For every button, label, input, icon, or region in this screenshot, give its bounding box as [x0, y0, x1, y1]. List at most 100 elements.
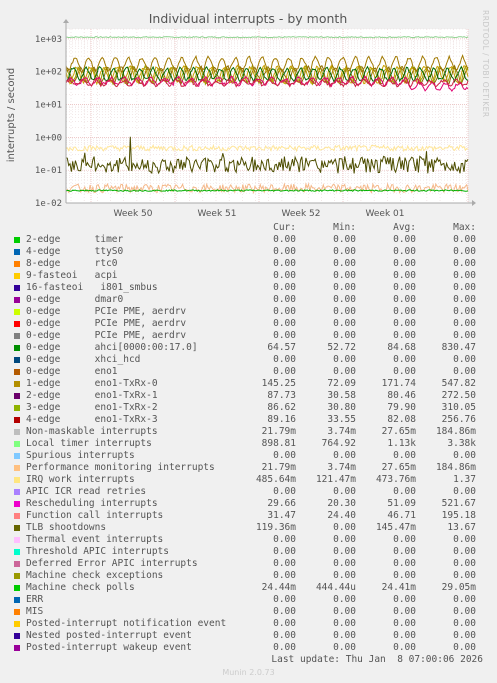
legend-value-avg: 0.00 — [393, 294, 416, 305]
legend-value-cur: 0.00 — [273, 594, 296, 605]
legend-value-avg: 51.09 — [387, 498, 416, 509]
legend-value-cur: 87.73 — [267, 390, 296, 401]
legend-value-cur: 898.81 — [261, 438, 296, 449]
legend-label: Local timer interrupts — [26, 438, 152, 449]
legend-value-avg: 145.47m — [375, 522, 416, 533]
legend-value-min: 444.44u — [315, 582, 356, 593]
legend-swatch — [14, 561, 20, 567]
legend-swatch — [14, 333, 20, 339]
legend-label: Deferred Error APIC interrupts — [26, 558, 198, 569]
legend-label: TLB shootdowns — [26, 522, 107, 533]
legend-value-cur: 0.00 — [273, 294, 296, 305]
legend-value-cur: 0.00 — [273, 606, 296, 617]
legend-value-max: 0.00 — [453, 258, 476, 269]
legend-row: Performance monitoring interrupts 21.79m 3… — [0, 462, 497, 474]
legend-label: Spurious interrupts — [26, 450, 135, 461]
legend-swatch — [14, 477, 20, 483]
legend-value-max: 0.00 — [453, 294, 476, 305]
legend-value-cur: 0.00 — [273, 246, 296, 257]
legend-value-min: 30.80 — [327, 402, 356, 413]
legend-value-max: 0.00 — [453, 234, 476, 245]
legend-value-max: 184.86m — [435, 462, 476, 473]
legend-label: 8-edge rtc0 — [26, 258, 118, 269]
legend-value-max: 0.00 — [453, 318, 476, 329]
legend-value-avg: 0.00 — [393, 246, 416, 257]
legend-swatch — [14, 285, 20, 291]
legend-label: Posted-interrupt notification event — [26, 618, 227, 629]
legend-label: 4-edge eno1-TxRx-3 — [26, 414, 158, 425]
legend-value-min: 0.00 — [333, 630, 356, 641]
side-rrdtool-text: RRDTOOL / TOBI OETIKER — [481, 10, 490, 118]
legend-value-cur: 0.00 — [273, 558, 296, 569]
legend-row: Rescheduling interrupts 29.66 20.30 51.09 52… — [0, 498, 497, 510]
legend-value-avg: 0.00 — [393, 234, 416, 245]
legend-value-min: 3.74m — [327, 462, 356, 473]
legend-value-min: 0.00 — [333, 246, 356, 257]
legend-label: Posted-interrupt wakeup event — [26, 642, 192, 653]
legend-row: 0-edge xhci_hcd 0.00 0.00 0.00 0.00 — [0, 354, 497, 366]
legend-value-min: 0.00 — [333, 486, 356, 497]
legend-value-cur: 21.79m — [261, 462, 296, 473]
legend-value-avg: 0.00 — [393, 558, 416, 569]
munin-version: Munin 2.0.73 — [222, 668, 275, 677]
legend-value-max: 0.00 — [453, 486, 476, 497]
legend-swatch — [14, 429, 20, 435]
legend-value-avg: 1.13k — [387, 438, 416, 449]
legend-label: APIC ICR read retries — [26, 486, 147, 497]
legend-value-max: 547.82 — [441, 378, 476, 389]
legend-value-min: 0.00 — [333, 606, 356, 617]
legend-value-avg: 0.00 — [393, 450, 416, 461]
legend-row: Spurious interrupts 0.00 0.00 0.00 0.00 — [0, 450, 497, 462]
legend-row: Function call interrupts 31.47 24.40 46.71 1… — [0, 510, 497, 522]
legend-value-cur: 0.00 — [273, 486, 296, 497]
legend-value-min: 24.40 — [327, 510, 356, 521]
legend-row: Local timer interrupts 898.81 764.92 1.13k 3… — [0, 438, 497, 450]
legend-value-min: 0.00 — [333, 558, 356, 569]
legend-label: ERR — [26, 594, 44, 605]
legend-row: 4-edge eno1-TxRx-3 89.16 33.55 82.08 256.76 — [0, 414, 497, 426]
legend-label: Non-maskable interrupts — [26, 426, 158, 437]
legend-swatch — [14, 621, 20, 627]
legend-value-avg: 82.08 — [387, 414, 416, 425]
legend-row: 4-edge ttyS0 0.00 0.00 0.00 0.00 — [0, 246, 497, 258]
legend-label: Threshold APIC interrupts — [26, 546, 169, 557]
legend-value-min: 0.00 — [333, 450, 356, 461]
legend-value-cur: 0.00 — [273, 546, 296, 557]
legend-value-cur: 0.00 — [273, 630, 296, 641]
legend-row: TLB shootdowns 119.36m 0.00 145.47m 13.67 — [0, 522, 497, 534]
legend-label: Thermal event interrupts — [26, 534, 164, 545]
legend-value-max: 184.86m — [435, 426, 476, 437]
legend-swatch — [14, 597, 20, 603]
legend-row: IRQ work interrupts 485.64m 121.47m 473.76m… — [0, 474, 497, 486]
legend-value-min: 33.55 — [327, 414, 356, 425]
legend-value-min: 0.00 — [333, 522, 356, 533]
legend-value-avg: 0.00 — [393, 258, 416, 269]
legend-swatch — [14, 237, 20, 243]
legend-value-cur: 64.57 — [267, 342, 296, 353]
legend-value-cur: 119.36m — [255, 522, 296, 533]
legend-swatch — [14, 537, 20, 543]
legend-value-avg: 171.74 — [381, 378, 416, 389]
legend-swatch — [14, 609, 20, 615]
legend-value-min: 30.58 — [327, 390, 356, 401]
legend-value-max: 0.00 — [453, 594, 476, 605]
legend-value-cur: 0.00 — [273, 318, 296, 329]
legend-swatch — [14, 297, 20, 303]
legend-label: Performance monitoring interrupts — [26, 462, 215, 473]
legend-row: 0-edge PCIe PME, aerdrv 0.00 0.00 0.00 0.00 — [0, 330, 497, 342]
legend-value-max: 3.38k — [447, 438, 476, 449]
legend-value-avg: 27.65m — [381, 462, 416, 473]
legend-label: Function call interrupts — [26, 510, 164, 521]
legend-swatch — [14, 321, 20, 327]
legend-value-min: 0.00 — [333, 306, 356, 317]
legend-swatch — [14, 549, 20, 555]
legend-value-min: 0.00 — [333, 234, 356, 245]
legend-value-max: 13.67 — [447, 522, 476, 533]
legend-value-avg: 0.00 — [393, 546, 416, 557]
legend-swatch — [14, 381, 20, 387]
legend-row: 0-edge PCIe PME, aerdrv 0.00 0.00 0.00 0.00 — [0, 318, 497, 330]
legend-value-avg: 0.00 — [393, 270, 416, 281]
legend-value-min: 0.00 — [333, 330, 356, 341]
legend-value-min: 0.00 — [333, 354, 356, 365]
legend-value-max: 0.00 — [453, 270, 476, 281]
